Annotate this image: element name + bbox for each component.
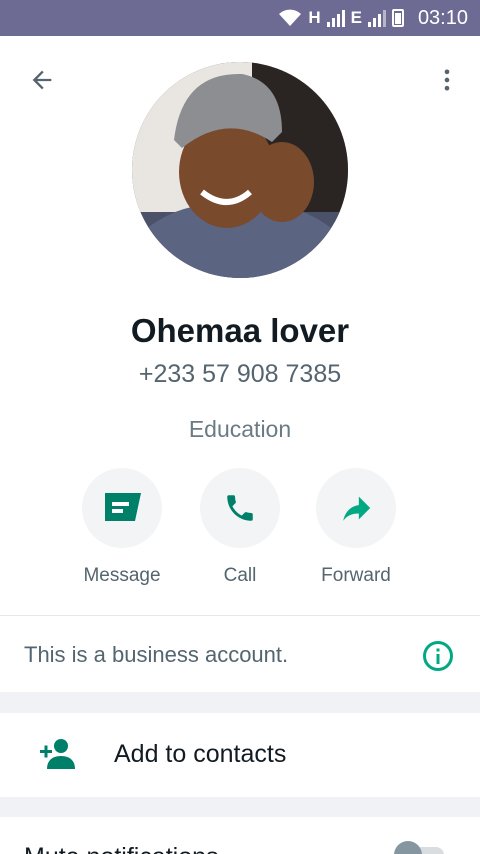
- battery-icon: [391, 9, 404, 27]
- call-button[interactable]: Call: [185, 468, 295, 587]
- mute-toggle[interactable]: [394, 839, 448, 854]
- profile-photo-image: [132, 62, 348, 278]
- more-options-button[interactable]: [430, 60, 464, 100]
- business-info-button[interactable]: [422, 640, 454, 672]
- add-to-contacts-row[interactable]: Add to contacts: [0, 713, 480, 797]
- add-to-contacts-label: Add to contacts: [114, 740, 287, 768]
- person-add-icon: [40, 739, 75, 769]
- mute-notifications-label: Mute notifications: [24, 843, 219, 854]
- profile-photo[interactable]: [132, 62, 348, 278]
- contact-name: Ohemaa lover: [130, 312, 350, 349]
- signal-icon-2: [367, 9, 386, 27]
- forward-label: Forward: [321, 565, 391, 586]
- signal-icon: [326, 9, 345, 27]
- back-button[interactable]: [22, 60, 62, 100]
- more-vert-icon: [444, 69, 450, 91]
- section-separator-2: [0, 797, 480, 817]
- message-icon: [105, 493, 141, 521]
- status-icons: H E 03:10: [278, 0, 468, 36]
- business-account-text: This is a business account.: [24, 642, 289, 667]
- section-separator: [0, 692, 480, 713]
- info-icon: [423, 641, 453, 671]
- forward-button[interactable]: Forward: [301, 468, 411, 587]
- status-time: 03:10: [417, 6, 468, 29]
- wifi-icon: [279, 9, 302, 26]
- forward-icon: [343, 496, 371, 521]
- arrow-left-icon: [32, 70, 52, 90]
- phone-icon: [227, 495, 253, 521]
- business-account-row[interactable]: This is a business account.: [0, 616, 480, 692]
- status-bar: H E 03:10: [0, 0, 480, 36]
- network-type-2: E: [350, 8, 362, 27]
- network-type-1: H: [308, 8, 321, 27]
- call-label: Call: [223, 565, 257, 586]
- contact-phone[interactable]: +233 57 908 7385: [0, 360, 480, 389]
- mute-notifications-row[interactable]: Mute notifications: [0, 817, 480, 854]
- message-label: Message: [83, 565, 161, 586]
- action-buttons: Message Call Forward: [0, 468, 480, 598]
- business-category: Education: [188, 416, 292, 442]
- message-button[interactable]: Message: [67, 468, 177, 587]
